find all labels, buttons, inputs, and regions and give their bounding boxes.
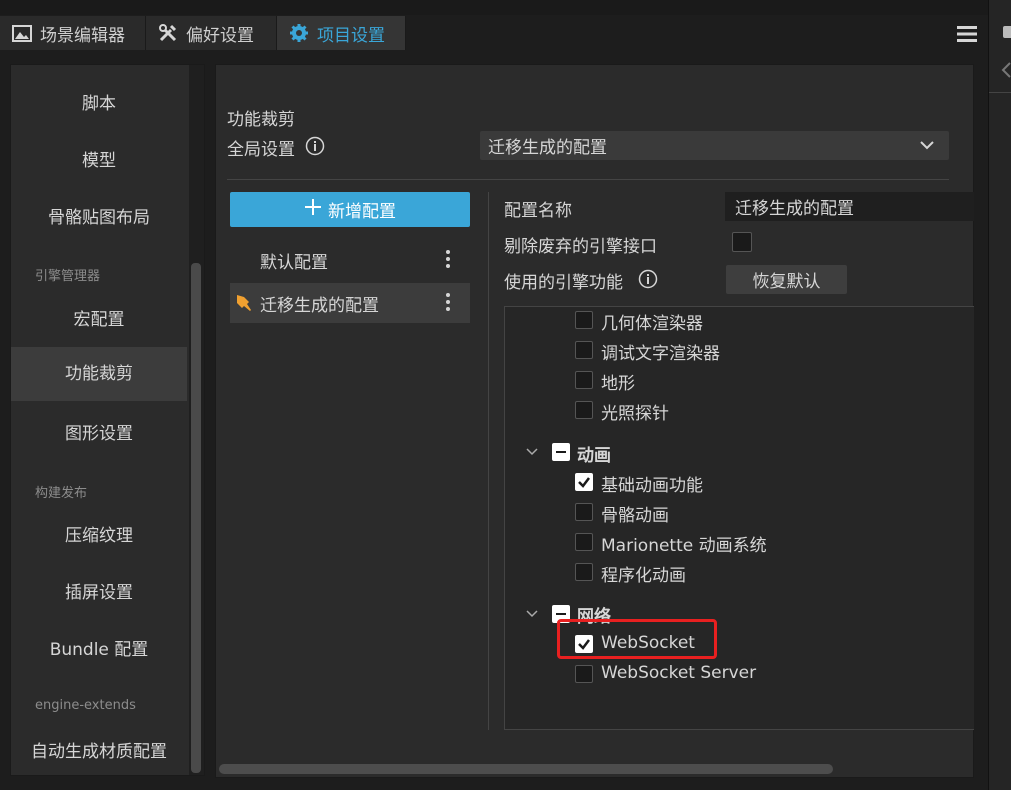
section-title: 功能裁剪: [227, 110, 295, 130]
feature-checkbox[interactable]: [575, 665, 593, 683]
feature-label: 几何体渲染器: [601, 314, 703, 334]
tab-label: 偏好设置: [186, 25, 254, 46]
sidebar-group-engine: 引擎管理器: [35, 269, 101, 284]
sidebar-item-macro[interactable]: 宏配置: [11, 305, 187, 330]
settings-sidebar: 脚本 模型 骨骼贴图布局 引擎管理器 宏配置 功能裁剪 图形设置 构建发布 压缩…: [10, 64, 205, 776]
feature-label: Marionette 动画系统: [601, 536, 767, 556]
config-name-input[interactable]: 迁移生成的配置: [725, 192, 974, 221]
feature-checkbox[interactable]: [575, 563, 593, 581]
feature-label: 调试文字渲染器: [601, 344, 720, 364]
tools-icon: [158, 23, 178, 43]
sidebar-item-bundle[interactable]: Bundle 配置: [11, 635, 187, 660]
sidebar-item-feature-crop[interactable]: 功能裁剪: [11, 347, 187, 401]
tab-project-settings[interactable]: 项目设置: [277, 16, 406, 50]
image-icon: [12, 24, 32, 42]
chevron-left-icon[interactable]: [1001, 62, 1011, 83]
divider: [488, 192, 489, 730]
config-item-default[interactable]: 默认配置: [230, 240, 470, 280]
feature-label: 地形: [601, 374, 635, 394]
remove-deprecated-label: 剔除废弃的引擎接口: [504, 237, 657, 257]
feature-checkbox[interactable]: [575, 533, 593, 551]
right-side-panel: [988, 0, 1011, 790]
gear-icon: [289, 23, 309, 43]
chevron-down-icon: [919, 137, 935, 158]
feature-checkbox[interactable]: [575, 503, 593, 521]
tab-label: 项目设置: [317, 25, 385, 46]
sidebar-group-build: 构建发布: [35, 486, 88, 501]
horizontal-scrollbar[interactable]: [219, 764, 833, 774]
more-options-icon[interactable]: [446, 293, 450, 314]
divider: [227, 179, 949, 180]
engine-features-label: 使用的引擎功能: [504, 273, 623, 293]
feature-label: 骨骼动画: [601, 506, 669, 526]
global-config-dropdown[interactable]: 迁移生成的配置: [480, 131, 949, 160]
panel-icon: [1003, 24, 1011, 45]
sidebar-item-model[interactable]: 模型: [11, 146, 187, 171]
plus-icon: [304, 198, 322, 221]
feature-label: WebSocket Server: [601, 663, 757, 683]
sidebar-scroll-thumb[interactable]: [191, 263, 201, 773]
feature-checkbox[interactable]: [575, 341, 593, 359]
highlight-annotation: [557, 619, 717, 659]
reset-default-button[interactable]: 恢复默认: [726, 265, 847, 294]
tab-bar: 场景编辑器 偏好设置 项目设置: [0, 0, 988, 50]
remove-deprecated-checkbox[interactable]: [732, 232, 752, 252]
info-icon[interactable]: [305, 136, 325, 161]
sidebar-item-skeleton-atlas[interactable]: 骨骼贴图布局: [11, 203, 187, 228]
tab-bar-top: [0, 0, 988, 15]
feature-checkbox-checked[interactable]: [575, 473, 593, 491]
feature-checkbox[interactable]: [575, 311, 593, 329]
pin-icon: [234, 293, 254, 318]
more-options-icon[interactable]: [446, 250, 450, 271]
sidebar-item-auto-material[interactable]: 自动生成材质配置: [11, 737, 187, 762]
config-name-label: 配置名称: [504, 201, 572, 221]
chevron-down-icon[interactable]: [525, 444, 539, 464]
feature-checkbox[interactable]: [575, 371, 593, 389]
feature-label: 程序化动画: [601, 566, 686, 586]
sidebar-group-engine-extends: engine-extends: [35, 698, 136, 713]
sidebar-item-script[interactable]: 脚本: [11, 89, 187, 114]
reset-default-label: 恢复默认: [752, 272, 821, 292]
sidebar-item-splash[interactable]: 插屏设置: [11, 578, 187, 603]
group-checkbox-mixed[interactable]: [552, 443, 570, 461]
global-settings-label: 全局设置: [227, 140, 295, 160]
config-name-value: 迁移生成的配置: [735, 199, 854, 219]
sidebar-item-graphics[interactable]: 图形设置: [11, 419, 187, 444]
feature-checkbox[interactable]: [575, 401, 593, 419]
feature-label: 基础动画功能: [601, 476, 703, 496]
config-label: 迁移生成的配置: [260, 295, 379, 316]
tab-preferences[interactable]: 偏好设置: [146, 16, 277, 50]
feature-label: 光照探针: [601, 404, 669, 424]
hamburger-menu-icon[interactable]: [957, 26, 977, 42]
dropdown-value: 迁移生成的配置: [488, 138, 607, 158]
config-label: 默认配置: [260, 252, 328, 273]
divider: [989, 92, 1011, 93]
tab-scene-editor[interactable]: 场景编辑器: [0, 16, 146, 50]
add-config-label: 新增配置: [328, 202, 396, 222]
chevron-down-icon[interactable]: [525, 606, 539, 626]
feature-group-label: 动画: [577, 446, 611, 466]
sidebar-item-texture-compress[interactable]: 压缩纹理: [11, 521, 187, 546]
info-icon[interactable]: [638, 269, 658, 294]
config-item-migrated[interactable]: 迁移生成的配置: [230, 283, 470, 323]
add-config-button[interactable]: 新增配置: [230, 192, 470, 227]
tab-label: 场景编辑器: [40, 25, 125, 46]
